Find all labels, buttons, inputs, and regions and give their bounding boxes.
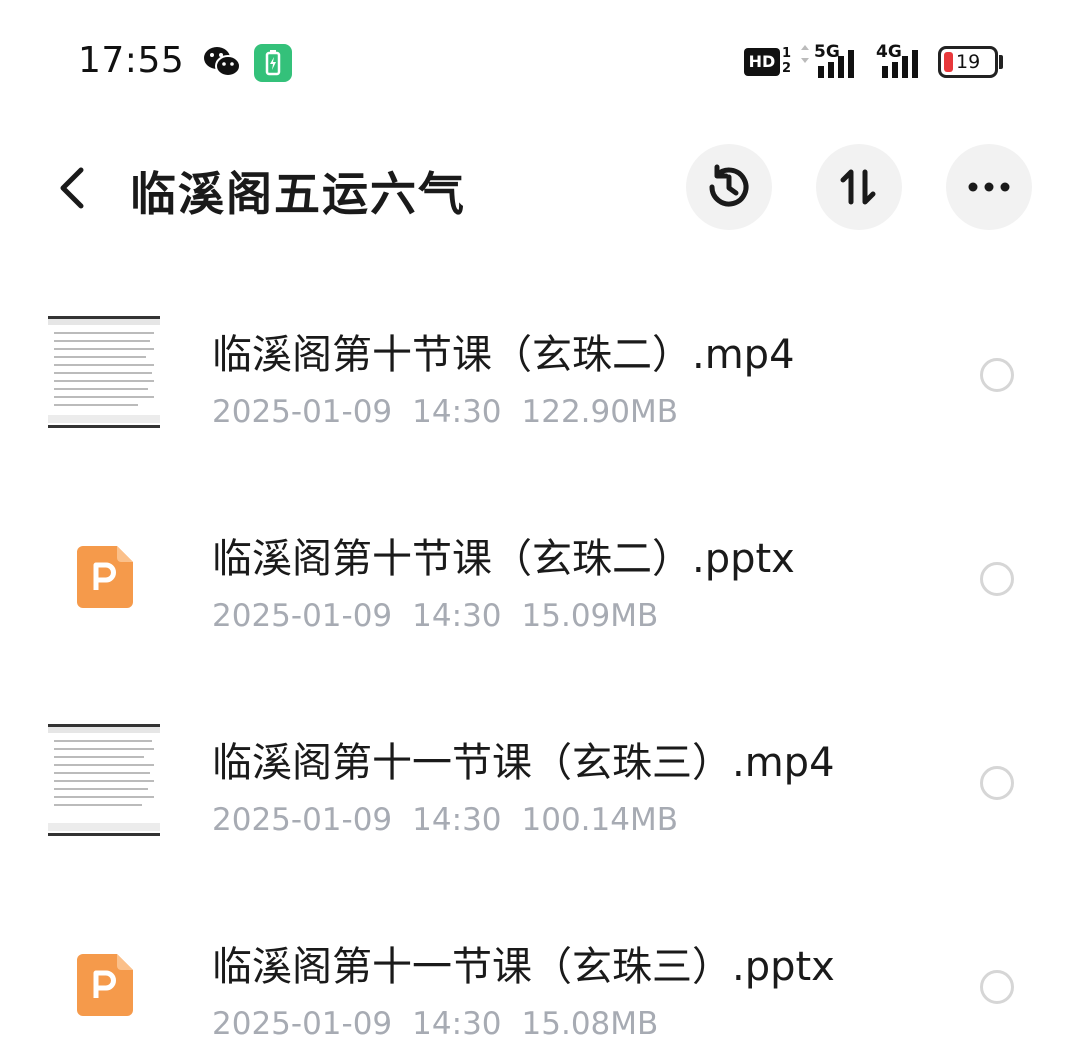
- more-button[interactable]: [946, 144, 1032, 230]
- battery-tip: [999, 55, 1003, 69]
- chevron-left-icon: [60, 167, 84, 209]
- signal-4g-icon: 4G: [876, 42, 928, 80]
- header: 临溪阁五运六气: [0, 130, 1080, 250]
- battery-percentage: 19: [956, 51, 981, 73]
- file-meta: 2025-01-09 14:30 100.14MB: [212, 802, 698, 838]
- battery-icon: 19: [938, 46, 998, 78]
- video-thumbnail: [48, 724, 160, 836]
- sort-icon: [840, 169, 876, 205]
- select-checkbox[interactable]: [980, 358, 1014, 392]
- pptx-file-icon: [77, 546, 133, 608]
- page-title: 临溪阁五运六气: [130, 167, 466, 221]
- file-time: 14:30: [412, 394, 502, 430]
- file-row[interactable]: 临溪阁第十一节课（玄珠三）.pptx 2025-01-09 14:30 15.08M…: [0, 898, 1080, 1058]
- hd-label: HD: [744, 48, 780, 76]
- file-time: 14:30: [412, 1006, 502, 1042]
- file-date: 2025-01-09: [212, 394, 393, 430]
- sort-button[interactable]: [816, 144, 902, 230]
- file-date: 2025-01-09: [212, 598, 393, 634]
- battery-level-bar: [944, 52, 953, 72]
- file-row[interactable]: 临溪阁第十一节课（玄珠三）.mp4 2025-01-09 14:30 100.14M…: [0, 694, 1080, 854]
- file-name: 临溪阁第十一节课（玄珠三）.mp4: [212, 740, 835, 786]
- history-icon: [709, 164, 749, 207]
- pptx-file-icon: [77, 954, 133, 1016]
- file-size: 15.08MB: [521, 1006, 659, 1042]
- select-checkbox[interactable]: [980, 970, 1014, 1004]
- file-row[interactable]: 临溪阁第十节课（玄珠二）.mp4 2025-01-09 14:30 122.90MB: [0, 286, 1080, 446]
- file-name: 临溪阁第十一节课（玄珠三）.pptx: [212, 944, 835, 990]
- file-time: 14:30: [412, 802, 502, 838]
- charging-icon: [254, 44, 292, 82]
- file-time: 14:30: [412, 598, 502, 634]
- status-time: 17:55: [78, 40, 185, 81]
- select-checkbox[interactable]: [980, 562, 1014, 596]
- file-date: 2025-01-09: [212, 802, 393, 838]
- signal-5g-icon: 5G: [800, 42, 862, 80]
- file-name: 临溪阁第十节课（玄珠二）.pptx: [212, 536, 795, 582]
- file-size: 100.14MB: [521, 802, 678, 838]
- more-horizontal-icon: [968, 182, 1010, 192]
- file-date: 2025-01-09: [212, 1006, 393, 1042]
- history-button[interactable]: [686, 144, 772, 230]
- file-meta: 2025-01-09 14:30 122.90MB: [212, 394, 698, 430]
- back-button[interactable]: [44, 160, 100, 216]
- wechat-icon: [204, 47, 241, 77]
- status-bar: 17:55 HD 12 5G 4G 19: [0, 0, 1080, 120]
- file-row[interactable]: 临溪阁第十节课（玄珠二）.pptx 2025-01-09 14:30 15.09MB: [0, 490, 1080, 650]
- file-size: 15.09MB: [521, 598, 659, 634]
- video-thumbnail: [48, 316, 160, 428]
- file-meta: 2025-01-09 14:30 15.09MB: [212, 598, 678, 634]
- file-meta: 2025-01-09 14:30 15.08MB: [212, 1006, 678, 1042]
- file-size: 122.90MB: [521, 394, 678, 430]
- select-checkbox[interactable]: [980, 766, 1014, 800]
- file-name: 临溪阁第十节课（玄珠二）.mp4: [212, 332, 795, 378]
